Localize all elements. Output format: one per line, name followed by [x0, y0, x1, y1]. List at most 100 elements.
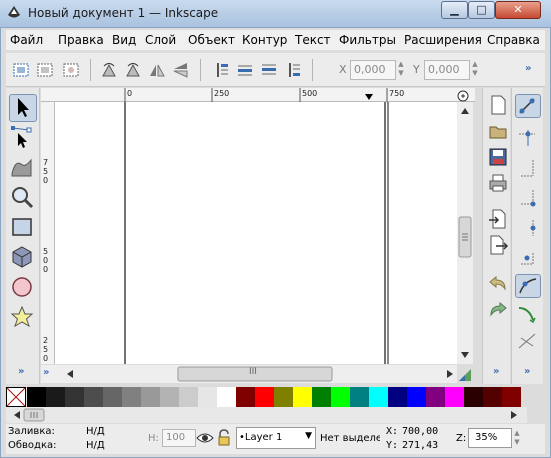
new-document-icon[interactable]: [487, 94, 509, 116]
scroll-left-overflow[interactable]: »: [43, 367, 49, 378]
star-tool[interactable]: [9, 304, 37, 332]
rectangle-tool[interactable]: [9, 214, 37, 242]
maximize-button[interactable]: □: [468, 1, 495, 19]
menu-view[interactable]: Вид: [112, 33, 136, 47]
3d-box-tool[interactable]: [9, 244, 37, 272]
tweak-tool[interactable]: [9, 154, 37, 182]
zoom-tool[interactable]: [9, 184, 37, 212]
layer-dropdown[interactable]: •Layer 1 ▼: [236, 427, 316, 449]
menu-object[interactable]: Объект: [188, 33, 235, 47]
menu-extensions[interactable]: Расширения: [404, 33, 482, 47]
zoom-fit-icon[interactable]: [456, 89, 472, 103]
flip-horizontal-icon[interactable]: [148, 61, 166, 79]
no-paint-swatch[interactable]: [6, 387, 26, 407]
palette-swatch[interactable]: [255, 387, 274, 407]
palette-swatch[interactable]: [369, 387, 388, 407]
palette-swatch[interactable]: [426, 387, 445, 407]
palette-swatch[interactable]: [27, 387, 46, 407]
palette-swatch[interactable]: [179, 387, 198, 407]
snap-bbox-center-icon[interactable]: [515, 244, 541, 268]
palette-swatch[interactable]: [483, 387, 502, 407]
palette-swatch[interactable]: [65, 387, 84, 407]
lower-to-bottom-icon[interactable]: [284, 61, 302, 79]
drawing-canvas[interactable]: [55, 102, 457, 364]
print-icon[interactable]: [487, 172, 509, 194]
lock-icon[interactable]: [216, 429, 232, 447]
menu-filters[interactable]: Фильтры: [339, 33, 396, 47]
palette-scrollbar[interactable]: [6, 407, 527, 423]
palette-swatch[interactable]: [312, 387, 331, 407]
snap-to-path-icon[interactable]: [515, 302, 541, 326]
ellipse-tool[interactable]: [9, 274, 37, 302]
menu-help[interactable]: Справка: [487, 33, 540, 47]
select-all-icon[interactable]: [12, 61, 30, 79]
tools-overflow-button[interactable]: »: [18, 366, 24, 377]
raise-icon[interactable]: [236, 61, 254, 79]
palette-swatch[interactable]: [103, 387, 122, 407]
color-manage-icon[interactable]: [457, 365, 473, 383]
menu-path[interactable]: Контур: [242, 33, 287, 47]
minimize-button[interactable]: ▁: [441, 1, 468, 19]
eye-visibility-icon[interactable]: [196, 429, 214, 447]
y-spin-arrows-icon[interactable]: ▲ ▼: [470, 60, 480, 80]
palette-swatch[interactable]: [293, 387, 312, 407]
palette-swatch[interactable]: [122, 387, 141, 407]
save-icon[interactable]: [487, 146, 509, 168]
snap-toggle-button[interactable]: [515, 94, 541, 118]
palette-swatch[interactable]: [445, 387, 464, 407]
lower-icon[interactable]: [260, 61, 278, 79]
node-tool[interactable]: [9, 124, 37, 152]
opacity-input[interactable]: 100: [162, 429, 196, 447]
zoom-spin-arrows-icon[interactable]: ▲ ▼: [512, 429, 522, 447]
palette-swatch[interactable]: [502, 387, 521, 407]
menu-layer[interactable]: Слой: [145, 33, 176, 47]
x-coordinate-input[interactable]: 0,000: [350, 60, 396, 80]
menu-edit[interactable]: Правка: [58, 33, 104, 47]
redo-icon[interactable]: [487, 298, 509, 320]
zoom-input[interactable]: 35%: [468, 428, 512, 448]
snap-intersection-icon[interactable]: [515, 328, 541, 352]
flip-vertical-icon[interactable]: [172, 61, 190, 79]
stroke-value[interactable]: Н/Д: [86, 440, 105, 451]
y-coordinate-input[interactable]: 0,000: [424, 60, 470, 80]
snap-nodes-button[interactable]: [515, 274, 541, 298]
palette-swatch[interactable]: [236, 387, 255, 407]
snap-overflow-button[interactable]: »: [524, 366, 530, 377]
toolbar-overflow-button[interactable]: »: [525, 63, 531, 74]
snap-bbox-corner-icon[interactable]: [515, 186, 541, 210]
palette-swatch[interactable]: [84, 387, 103, 407]
rotate-ccw-icon[interactable]: [100, 61, 118, 79]
select-all-layers-icon[interactable]: [36, 61, 54, 79]
snap-bbox-icon[interactable]: [515, 126, 541, 150]
x-spin-arrows-icon[interactable]: ▲ ▼: [396, 60, 406, 80]
selector-tool[interactable]: [9, 94, 37, 122]
palette-swatch[interactable]: [46, 387, 65, 407]
export-icon[interactable]: [487, 234, 509, 256]
deselect-icon[interactable]: [62, 61, 80, 79]
palette-swatch[interactable]: [160, 387, 179, 407]
palette-swatch[interactable]: [388, 387, 407, 407]
palette-swatch[interactable]: [217, 387, 236, 407]
snap-bbox-midpoint-icon[interactable]: [515, 216, 541, 240]
menu-file[interactable]: Файл: [10, 33, 43, 47]
horizontal-scrollbar[interactable]: III »: [41, 365, 457, 383]
undo-icon[interactable]: [487, 272, 509, 294]
palette-swatch[interactable]: [350, 387, 369, 407]
palette-swatch[interactable]: [331, 387, 350, 407]
palette-swatch[interactable]: [464, 387, 483, 407]
menu-text[interactable]: Текст: [295, 33, 331, 47]
palette-swatch[interactable]: [274, 387, 293, 407]
open-folder-icon[interactable]: [487, 120, 509, 142]
cursor-y-value: 271,43: [402, 440, 439, 451]
snap-bbox-edge-icon[interactable]: [515, 156, 541, 180]
commands-overflow-button[interactable]: »: [493, 366, 499, 377]
raise-to-top-icon[interactable]: [212, 61, 230, 79]
palette-swatch[interactable]: [198, 387, 217, 407]
close-button[interactable]: ✕: [495, 1, 541, 19]
fill-value[interactable]: Н/Д: [86, 426, 105, 437]
import-icon[interactable]: [487, 208, 509, 230]
vertical-scrollbar[interactable]: [457, 102, 473, 364]
palette-swatch[interactable]: [141, 387, 160, 407]
palette-swatch[interactable]: [407, 387, 426, 407]
rotate-cw-icon[interactable]: [124, 61, 142, 79]
